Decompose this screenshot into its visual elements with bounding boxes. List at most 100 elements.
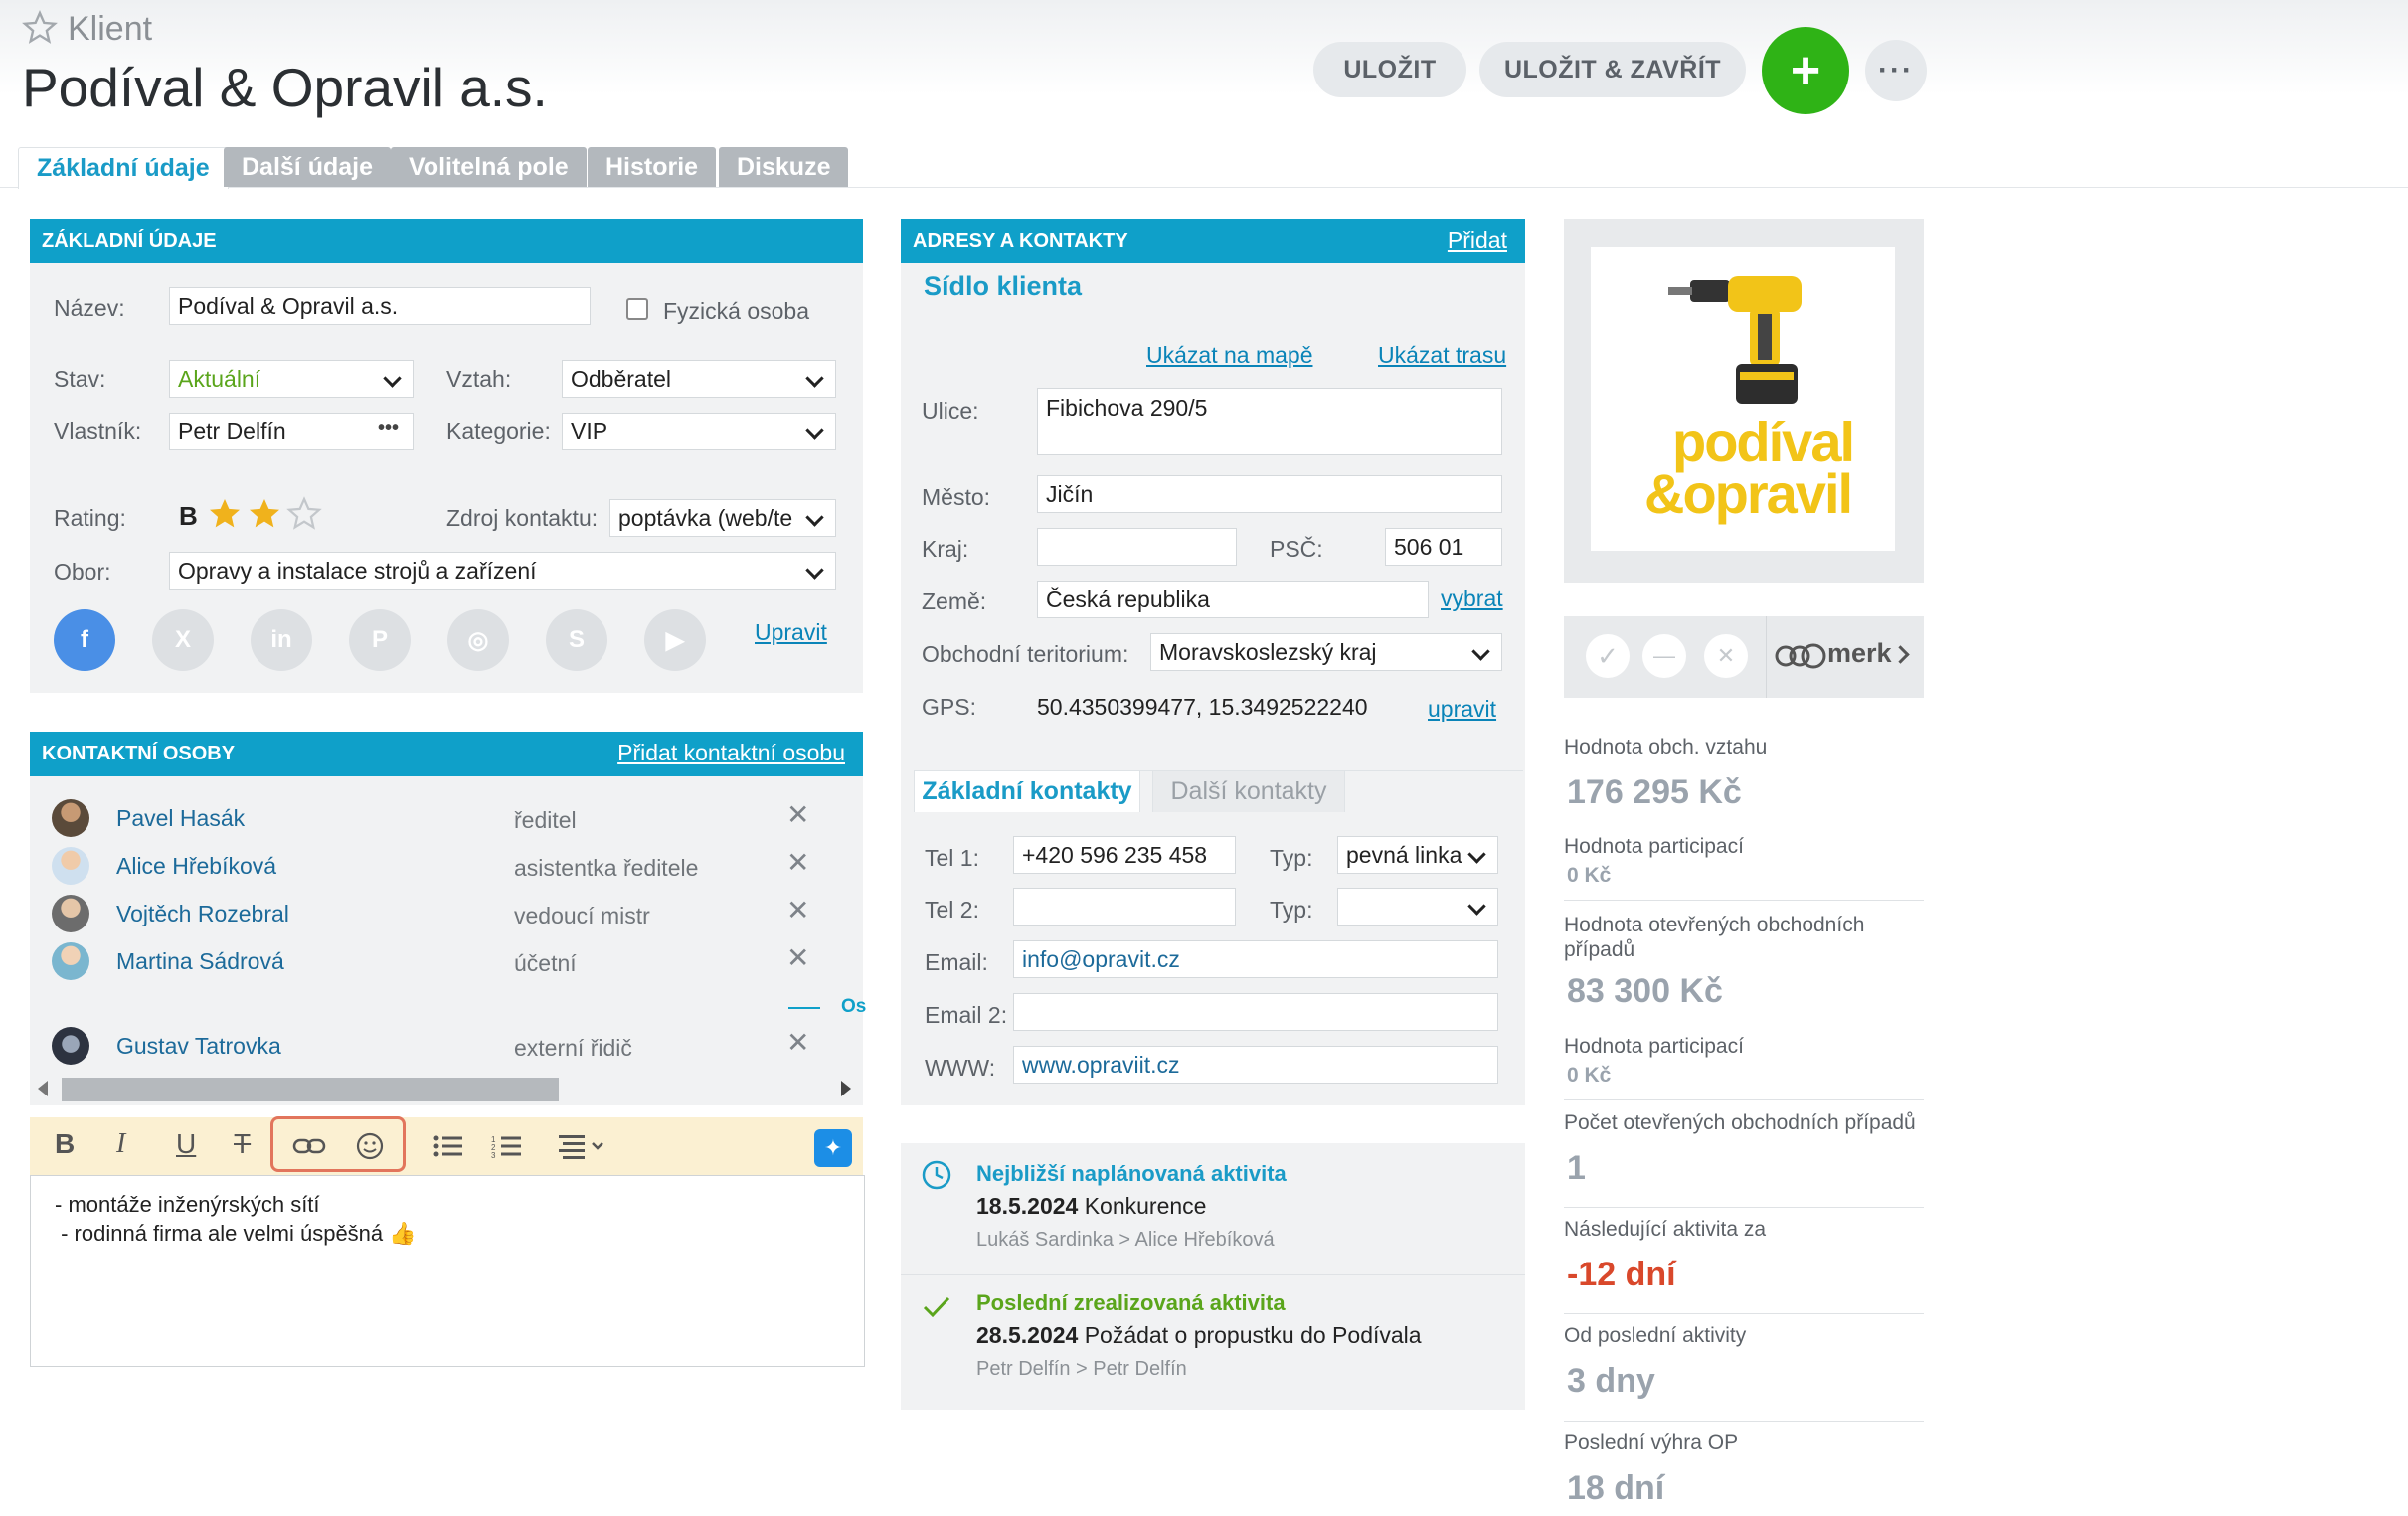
contact-name[interactable]: Martina Sádrová <box>116 948 284 975</box>
territory-select[interactable]: Moravskoslezský kraj <box>1150 633 1502 671</box>
merk-check-icon[interactable]: ✓ <box>1586 634 1630 678</box>
next-activity-line[interactable]: 18.5.2024 Konkurence <box>976 1193 1206 1220</box>
show-route-link[interactable]: Ukázat trasu <box>1378 342 1506 369</box>
last-activity-line[interactable]: 28.5.2024 Požádat o propustku do Podíval… <box>976 1322 1422 1349</box>
email2-input[interactable] <box>1013 993 1498 1031</box>
source-select[interactable]: poptávka (web/te <box>609 499 836 537</box>
tab-discussion[interactable]: Diskuze <box>719 147 849 187</box>
category-label: Kategorie: <box>446 419 551 444</box>
country-input[interactable]: Česká republika <box>1037 581 1429 618</box>
rating-stars[interactable] <box>207 496 322 532</box>
add-button[interactable]: + <box>1762 27 1849 114</box>
next-activity-title[interactable]: Nejbližší naplánovaná aktivita <box>976 1161 1287 1187</box>
bullet-list-icon[interactable] <box>432 1133 464 1159</box>
save-button[interactable]: ULOŽIT <box>1313 42 1466 97</box>
scroll-right-icon[interactable] <box>841 1081 851 1096</box>
bold-icon[interactable]: B <box>55 1128 75 1160</box>
address-heading-text: ADRESY A KONTAKTY <box>913 230 1128 252</box>
linkedin-icon[interactable]: in <box>251 609 312 671</box>
stat-value: 0 Kč <box>1567 1064 1612 1087</box>
favorite-star-icon[interactable] <box>22 10 58 46</box>
show-map-link[interactable]: Ukázat na mapě <box>1146 342 1312 369</box>
remove-contact-icon[interactable]: ✕ <box>786 798 809 831</box>
field-select[interactable]: Opravy a instalace strojů a zařízení <box>169 552 836 590</box>
contact-name[interactable]: Pavel Hasák <box>116 805 245 832</box>
remove-contact-icon[interactable]: ✕ <box>786 846 809 879</box>
contact-name[interactable]: Vojtěch Rozebral <box>116 901 289 927</box>
italic-icon[interactable]: I <box>116 1128 125 1160</box>
gps-edit-link[interactable]: upravit <box>1428 696 1496 723</box>
tel1-input[interactable]: +420 596 235 458 <box>1013 836 1236 874</box>
pinterest-icon[interactable]: P <box>349 609 411 671</box>
tab-basic-contacts[interactable]: Základní kontakty <box>914 770 1140 812</box>
assistant-icon[interactable]: ✦ <box>814 1129 852 1167</box>
region-input[interactable] <box>1037 528 1237 566</box>
tab-history[interactable]: Historie <box>588 147 717 187</box>
page-title: Podíval & Opravil a.s. <box>22 57 548 118</box>
owner-more-button[interactable]: ••• <box>378 418 399 440</box>
star-filled-icon[interactable] <box>207 496 243 532</box>
save-close-button[interactable]: ULOŽIT & ZAVŘÍT <box>1479 42 1746 97</box>
contact-name[interactable]: Gustav Tatrovka <box>116 1033 281 1060</box>
tel1-label: Tel 1: <box>925 845 979 871</box>
youtube-icon[interactable]: ▶ <box>644 609 706 671</box>
merk-label[interactable]: merk <box>1827 638 1892 669</box>
contact-name[interactable]: Alice Hřebíková <box>116 853 276 880</box>
strikethrough-icon[interactable]: T <box>234 1128 251 1160</box>
tab-more[interactable]: Další údaje <box>224 147 391 187</box>
facebook-icon[interactable]: f <box>54 609 115 671</box>
type1-select[interactable]: pevná linka <box>1337 836 1498 874</box>
breadcrumb[interactable]: Klient <box>68 10 152 49</box>
choose-country-link[interactable]: vybrat <box>1441 586 1503 612</box>
tel2-input[interactable] <box>1013 888 1236 926</box>
numbered-list-icon[interactable]: 123 <box>491 1133 523 1159</box>
contacts-heading-text: KONTAKTNÍ OSOBY <box>42 743 236 764</box>
name-label: Název: <box>54 295 125 321</box>
www-input[interactable]: www.opraviit.cz <box>1013 1046 1498 1084</box>
remove-contact-icon[interactable]: ✕ <box>786 1026 809 1059</box>
emoji-icon[interactable] <box>355 1131 385 1161</box>
status-select[interactable]: Aktuální <box>169 360 414 398</box>
edit-social-link[interactable]: Upravit <box>755 619 827 646</box>
street-input[interactable]: Fibichova 290/5 <box>1037 388 1502 455</box>
remove-contact-icon[interactable]: ✕ <box>786 941 809 974</box>
add-contact-link[interactable]: Přidat kontaktní osobu <box>617 740 845 766</box>
tab-more-contacts[interactable]: Další kontakty <box>1152 770 1345 812</box>
status-label: Stav: <box>54 366 106 392</box>
contact-role: účetní <box>514 950 577 976</box>
divider <box>1766 616 1767 698</box>
next-activity-subject: Konkurence <box>1084 1193 1207 1219</box>
name-input[interactable]: Podíval & Opravil a.s. <box>169 287 591 325</box>
stat-label: Hodnota participací <box>1564 835 1744 858</box>
cut-off-label: Os <box>841 996 867 1017</box>
add-address-link[interactable]: Přidat <box>1448 227 1507 253</box>
last-activity-title[interactable]: Poslední zrealizovaná aktivita <box>976 1290 1286 1316</box>
underline-icon[interactable]: U <box>176 1128 196 1160</box>
email-input[interactable]: info@opravit.cz <box>1013 940 1498 978</box>
category-select[interactable]: VIP <box>562 413 836 450</box>
gps-label: GPS: <box>922 694 976 720</box>
tab-custom-fields[interactable]: Volitelná pole <box>391 147 587 187</box>
more-button[interactable]: ··· <box>1865 40 1927 101</box>
company-logo[interactable]: podíval &opravil <box>1591 247 1895 551</box>
type2-select[interactable] <box>1337 888 1498 926</box>
merk-close-icon[interactable]: ✕ <box>1704 634 1748 678</box>
rating-letter: B <box>179 501 198 531</box>
relation-select[interactable]: Odběratel <box>562 360 836 398</box>
star-filled-icon[interactable] <box>247 496 282 532</box>
remove-contact-icon[interactable]: ✕ <box>786 894 809 926</box>
scroll-left-icon[interactable] <box>38 1081 48 1096</box>
region-label: Kraj: <box>922 536 969 562</box>
merk-minus-icon[interactable]: — <box>1642 634 1686 678</box>
city-input[interactable]: Jičín <box>1037 475 1502 513</box>
skype-icon[interactable]: S <box>546 609 607 671</box>
align-dropdown-icon[interactable] <box>559 1133 614 1159</box>
tab-basic[interactable]: Základní údaje <box>18 147 229 189</box>
instagram-icon[interactable]: ◎ <box>447 609 509 671</box>
x-twitter-icon[interactable]: X <box>152 609 214 671</box>
star-empty-icon[interactable] <box>286 496 322 532</box>
link-icon[interactable] <box>291 1131 327 1161</box>
zip-input[interactable]: 506 01 <box>1385 528 1502 566</box>
scrollbar-thumb[interactable] <box>62 1078 559 1101</box>
person-checkbox[interactable] <box>626 298 648 320</box>
